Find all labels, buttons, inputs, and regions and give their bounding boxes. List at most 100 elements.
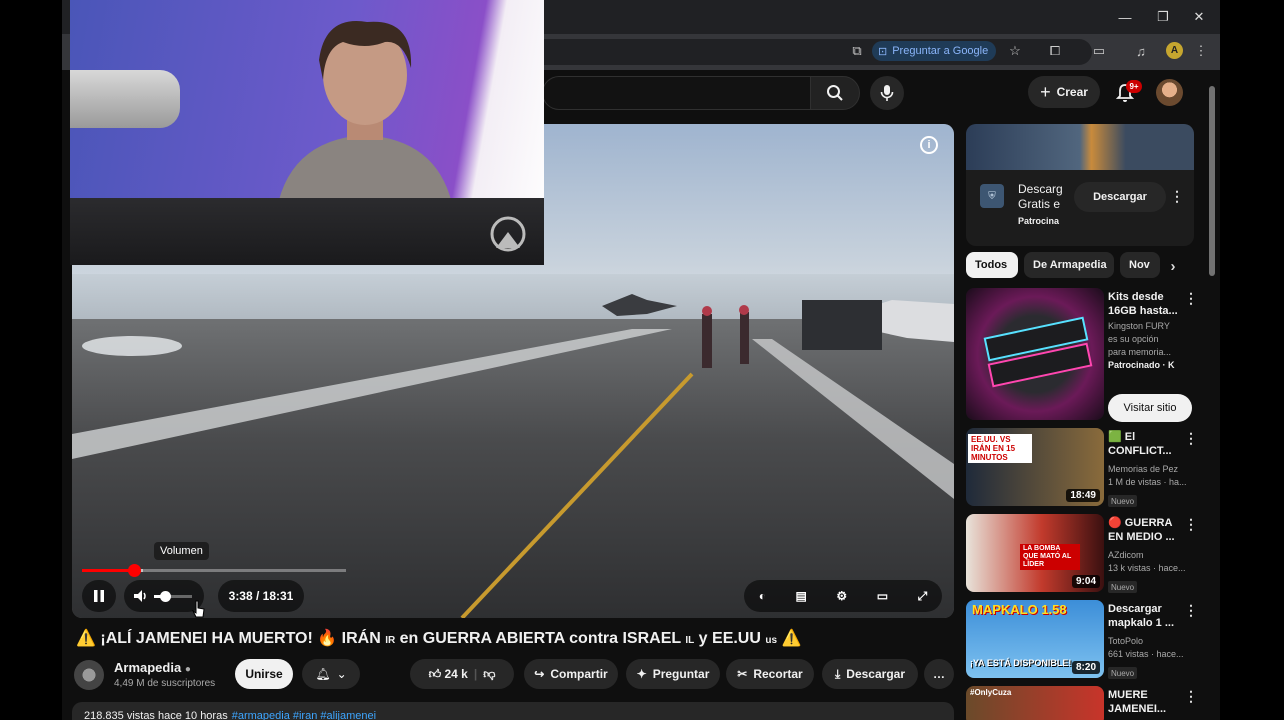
more-actions-button[interactable]: …: [924, 659, 954, 689]
new-badge: Nuevo: [1108, 495, 1138, 507]
create-button[interactable]: + Crear: [1028, 76, 1100, 108]
title-main: ¡ALÍ JAMENEI HA MUERTO! 🔥 IRÁN: [100, 630, 381, 647]
verified-icon: ●: [184, 664, 191, 675]
like-count: 24 k: [444, 666, 468, 681]
video-title: ⚠️ ¡ALÍ JAMENEI HA MUERTO! 🔥 IRÁN IR en …: [76, 628, 956, 652]
download-label: Descargar: [846, 667, 906, 681]
search-button[interactable]: [810, 76, 860, 110]
rec-thumbnail-mapkalo[interactable]: MAPKALO 1.58 ¡YA ESTÁ DISPONIBLE! 8:20: [966, 600, 1104, 678]
thumb-caption: MAPKALO 1.58: [972, 602, 1067, 617]
ad-download-button[interactable]: Descargar: [1074, 182, 1166, 212]
like-dislike-group: 👍︎ 24 k | 👎︎: [410, 659, 514, 689]
rec-meta-mapkalo: TotoPolo 661 vistas · hace...: [1108, 636, 1184, 659]
rec-title-conflict[interactable]: 🟩 El CONFLICT...: [1108, 430, 1182, 458]
dislike-icon[interactable]: 👎︎: [483, 667, 495, 682]
settings-gear-icon[interactable]: ⚙: [836, 589, 847, 603]
rec-title-jamenei[interactable]: MUERE JAMENEI...: [1108, 688, 1182, 716]
scrubber-knob[interactable]: [127, 564, 141, 577]
media-icon[interactable]: ♫: [1130, 40, 1152, 62]
notification-badge: 9+: [1126, 80, 1142, 93]
microphone-icon: [880, 85, 894, 101]
pause-button[interactable]: [82, 580, 116, 612]
ask-button[interactable]: ✦ Preguntar: [626, 659, 720, 689]
search-icon: [827, 85, 843, 101]
ask-google-button[interactable]: ⊡ Preguntar a Google: [872, 41, 997, 61]
share-button[interactable]: ↪ Compartir: [524, 659, 618, 689]
subscription-bell-button[interactable]: 🔔︎ ⌄: [302, 659, 360, 689]
rec-menu-icon[interactable]: ⋮: [1184, 430, 1198, 447]
sidepanel-icon[interactable]: ▭: [1088, 40, 1110, 62]
screen: — ❐ ✕ ⧉ ⊡ Preguntar a Google ☆ ⧠ ▭ ♫ A ⋮…: [0, 0, 1284, 720]
israel-flag-code: IL: [685, 635, 695, 646]
theater-mode-icon[interactable]: ▭: [877, 589, 888, 603]
share-icon: ↪: [534, 667, 545, 681]
thumb-caption: #OnlyCuza: [970, 688, 1012, 697]
rec-meta-war: AZdicom 13 k vistas · hace...: [1108, 550, 1186, 573]
thumb-caption: LA BOMBA QUE MATÓ AL LÍDER: [1020, 544, 1080, 570]
rec-title-mapkalo[interactable]: Descargar mapkalo 1 ...: [1108, 602, 1182, 630]
camera-app-icon: [490, 216, 526, 252]
channel-name[interactable]: Armapedia ●: [114, 660, 191, 675]
download-icon: ⤓: [834, 666, 841, 681]
warning-emoji: ⚠️: [76, 630, 96, 647]
rec-thumbnail-kingston[interactable]: [966, 288, 1104, 420]
chip-all[interactable]: Todos: [966, 252, 1018, 278]
clip-label: Recortar: [753, 667, 803, 681]
visit-site-button[interactable]: Visitar sitio: [1108, 394, 1192, 422]
lens-icon: ⊡: [878, 45, 888, 58]
voice-search-button[interactable]: [870, 76, 904, 110]
subtitles-icon[interactable]: ▤: [796, 589, 807, 603]
rec-title-war[interactable]: 🔴 GUERRA EN MEDIO ...: [1108, 516, 1182, 544]
rec-thumbnail-jamenei[interactable]: #OnlyCuza: [966, 686, 1104, 720]
like-button[interactable]: 👍︎ 24 k: [429, 667, 468, 682]
page-scrollbar[interactable]: [1208, 76, 1216, 720]
search-input[interactable]: [542, 76, 810, 110]
webcam-person: [275, 21, 455, 220]
ad-logo-icon: ⛨: [980, 184, 1004, 208]
maximize-icon[interactable]: ❐: [1146, 6, 1180, 28]
join-button[interactable]: Unirse: [235, 659, 293, 689]
title-and: y EE.UU: [698, 630, 761, 647]
bookmark-star-icon[interactable]: ☆: [1004, 40, 1026, 62]
fullscreen-icon[interactable]: ⤢: [918, 589, 928, 604]
info-icon[interactable]: i: [920, 136, 938, 154]
clip-button[interactable]: ✂ Recortar: [726, 659, 814, 689]
chip-new[interactable]: Nov: [1120, 252, 1160, 278]
cast-icon[interactable]: ⧉: [846, 40, 868, 62]
played-bar: [82, 569, 134, 572]
ad-menu-icon[interactable]: ⋮: [1170, 188, 1184, 205]
subscriber-count: 4,49 M de suscriptores: [114, 678, 216, 689]
sparkle-icon: ✦: [636, 667, 647, 681]
description-box[interactable]: 218.835 vistas hace 10 horas #armapedia #…: [72, 702, 954, 720]
iran-flag-code: IR: [385, 635, 396, 646]
divider: |: [473, 667, 478, 681]
close-icon[interactable]: ✕: [1182, 6, 1216, 28]
sponsored-ad-card[interactable]: ⛨ Descarg Gratis e Patrocina Descargar ⋮: [966, 124, 1194, 246]
rec-title-kingston[interactable]: Kits desde 16GB hasta...: [1108, 290, 1182, 318]
account-avatar[interactable]: [1156, 79, 1183, 106]
channel-avatar[interactable]: [74, 660, 104, 690]
view-stats: 218.835 vistas hace 10 horas: [84, 710, 228, 720]
rec-menu-icon[interactable]: ⋮: [1184, 516, 1198, 533]
profile-avatar[interactable]: A: [1166, 42, 1183, 59]
scrollbar-thumb[interactable]: [1209, 86, 1215, 276]
rec-thumbnail-conflict[interactable]: EE.UU. VS IRÁN EN 15 MINUTOS 18:49: [966, 428, 1104, 506]
share-label: Compartir: [550, 667, 608, 681]
ask-label: Preguntar: [652, 667, 710, 681]
progress-bar[interactable]: [82, 564, 346, 577]
rec-thumbnail-war[interactable]: LA BOMBA QUE MATÓ AL LÍDER 9:04: [966, 514, 1104, 592]
hashtags[interactable]: #armapedia #iran #alijamenei: [232, 710, 376, 720]
rec-menu-icon[interactable]: ⋮: [1184, 688, 1198, 705]
rec-menu-icon[interactable]: ⋮: [1184, 602, 1198, 619]
keyboard-prop: [70, 198, 544, 265]
chip-from-channel[interactable]: De Armapedia: [1024, 252, 1114, 278]
chrome-menu-icon[interactable]: ⋮: [1190, 40, 1212, 62]
volume-slider[interactable]: [154, 591, 192, 602]
rec-menu-icon[interactable]: ⋮: [1184, 290, 1198, 307]
download-button[interactable]: ⤓ Descargar: [822, 659, 918, 689]
extensions-icon[interactable]: ⧠: [1044, 40, 1066, 62]
autoplay-toggle-icon[interactable]: ◐: [759, 589, 766, 603]
minimize-icon[interactable]: —: [1108, 6, 1142, 28]
chevron-right-icon[interactable]: ›: [1168, 258, 1178, 275]
volume-knob[interactable]: [160, 591, 172, 602]
